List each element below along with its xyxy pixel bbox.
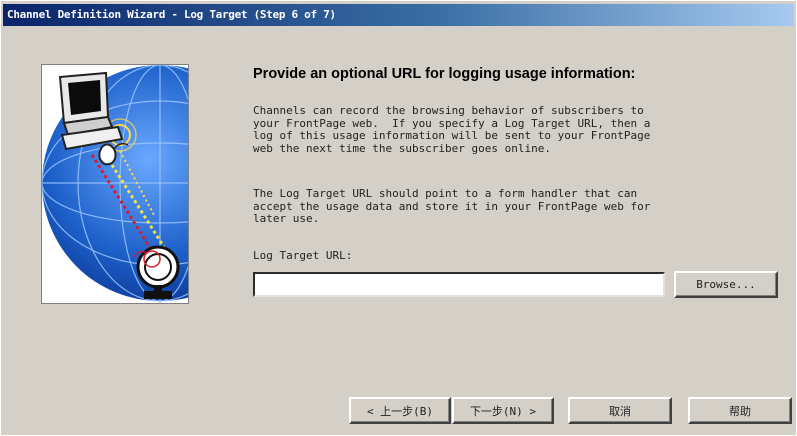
help-button[interactable]: 帮助 xyxy=(688,397,792,424)
step-heading: Provide an optional URL for logging usag… xyxy=(253,66,636,82)
browse-button[interactable]: Browse... xyxy=(674,271,778,298)
next-button[interactable]: 下一步(N) > xyxy=(452,397,554,424)
log-target-url-input[interactable] xyxy=(253,272,665,297)
wizard-dialog: Channel Definition Wizard - Log Target (… xyxy=(0,0,797,436)
cancel-button[interactable]: 取消 xyxy=(568,397,672,424)
back-button[interactable]: < 上一步(B) xyxy=(349,397,451,424)
illustration-graphic xyxy=(42,65,188,303)
instruction-paragraph: The Log Target URL should point to a for… xyxy=(253,187,651,225)
description-paragraph: Channels can record the browsing behavio… xyxy=(253,104,651,155)
wizard-illustration xyxy=(41,64,189,304)
title-bar[interactable]: Channel Definition Wizard - Log Target (… xyxy=(3,4,794,26)
log-target-url-label: Log Target URL: xyxy=(253,249,353,262)
window-title: Channel Definition Wizard - Log Target (… xyxy=(7,8,336,21)
